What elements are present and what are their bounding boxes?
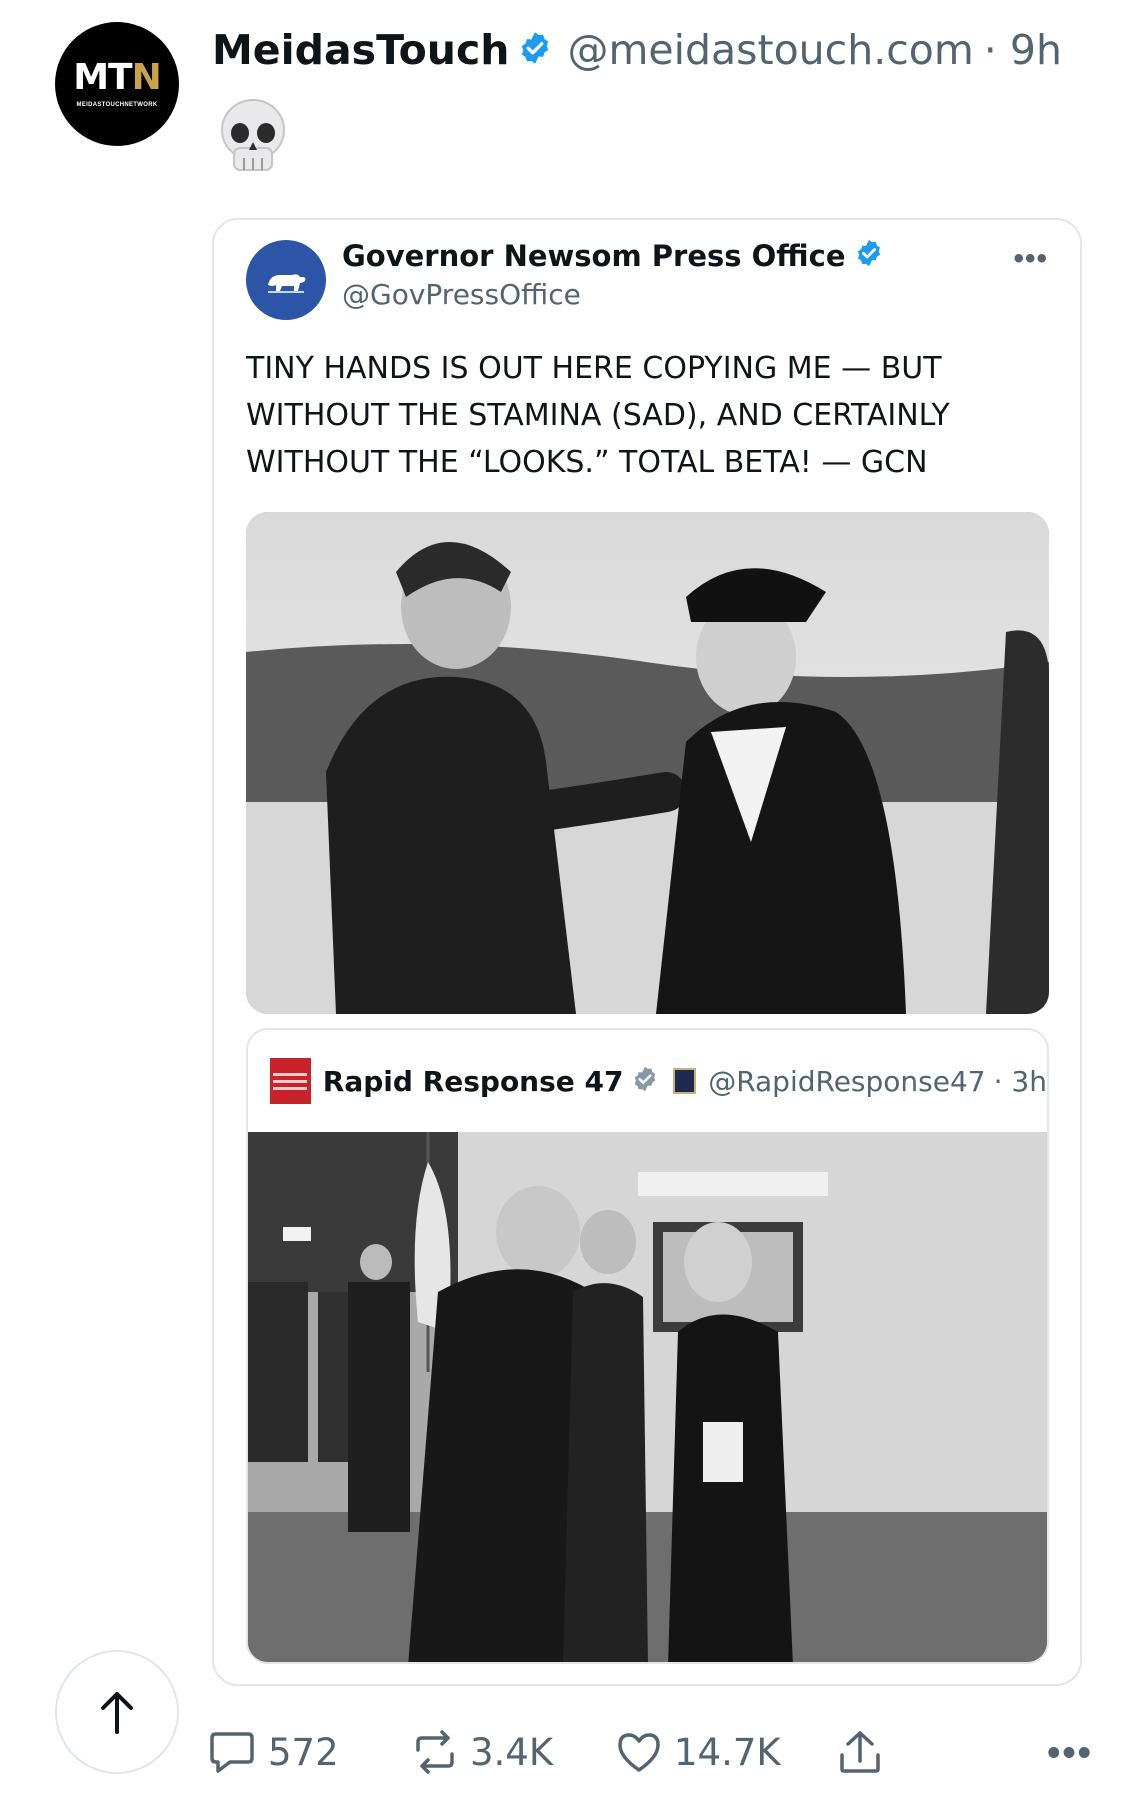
photo-hallway-meeting: [248, 1132, 1047, 1662]
post-header: MeidasTouch @meidastouch.com · 9h: [212, 20, 1062, 80]
author-name[interactable]: MeidasTouch: [212, 26, 509, 74]
reply-button[interactable]: 572: [208, 1722, 339, 1782]
quote-photo[interactable]: [246, 512, 1049, 1014]
skull-icon: [221, 99, 285, 171]
embed-author-handle[interactable]: @RapidResponse47: [708, 1065, 985, 1098]
embedded-quote[interactable]: Rapid Response 47 @RapidResponse47 · 3h: [246, 1028, 1049, 1664]
verified-badge-icon: [517, 30, 553, 71]
share-button[interactable]: [838, 1722, 882, 1782]
more-options-icon[interactable]: •••: [1047, 1732, 1093, 1775]
repost-icon: [416, 1730, 454, 1774]
white-house-seal-icon: [673, 1068, 697, 1094]
reply-count: 572: [268, 1730, 339, 1774]
scroll-to-top-button[interactable]: [55, 1650, 179, 1774]
heart-icon: [618, 1733, 660, 1772]
quote-author-name[interactable]: Governor Newsom Press Office: [342, 239, 846, 273]
post-text: 💀: [218, 96, 288, 188]
like-count: 14.7K: [674, 1730, 781, 1774]
rapid-response-logo-icon: [270, 1058, 311, 1104]
share-icon: [840, 1731, 880, 1773]
author-handle[interactable]: @meidastouch.com: [567, 26, 973, 74]
quote-author-avatar[interactable]: [246, 240, 326, 320]
repost-count: 3.4K: [470, 1730, 554, 1774]
photo-two-men-by-lake: [246, 512, 1049, 1014]
more-horizontal-icon[interactable]: •••: [1013, 242, 1048, 276]
avatar-sub: MEIDASTOUCHNETWORK: [76, 102, 158, 108]
repost-button[interactable]: 3.4K: [412, 1722, 553, 1782]
action-bar: 572 3.4K 14.7K •••: [208, 1722, 1093, 1782]
quoted-post[interactable]: Governor Newsom Press Office @GovPressOf…: [212, 218, 1082, 1686]
author-avatar[interactable]: MTN MEIDASTOUCHNETWORK: [55, 22, 179, 146]
bear-icon: [268, 274, 306, 293]
embed-photo[interactable]: [248, 1132, 1047, 1662]
reply-icon: [210, 1732, 254, 1773]
embed-verified-icon: [631, 1065, 659, 1098]
avatar-logo: MTN: [73, 57, 162, 98]
arrow-up-icon: [101, 1692, 133, 1734]
post-time[interactable]: · 9h: [984, 26, 1062, 74]
embed-header: Rapid Response 47 @RapidResponse47 · 3h: [248, 1030, 1047, 1132]
like-button[interactable]: 14.7K: [616, 1722, 781, 1782]
quote-text: TINY HANDS IS OUT HERE COPYING ME — BUT …: [246, 351, 950, 480]
quote-verified-icon: [854, 238, 884, 273]
quote-author-handle[interactable]: @GovPressOffice: [342, 278, 581, 311]
quote-header: Governor Newsom Press Office: [342, 238, 884, 273]
embed-time[interactable]: · 3h: [994, 1065, 1047, 1098]
embed-author-name[interactable]: Rapid Response 47: [323, 1065, 624, 1098]
